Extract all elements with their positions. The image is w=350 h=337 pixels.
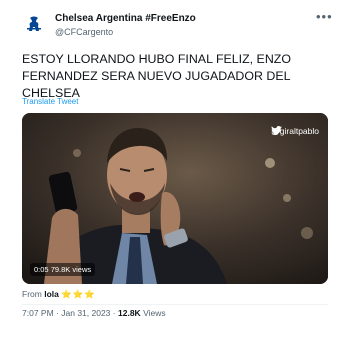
source-line: From lola ⭐⭐⭐ <box>22 289 96 300</box>
star-emojis: ⭐⭐⭐ <box>61 289 97 299</box>
divider <box>22 304 328 305</box>
video-info-badge: 0:05 79.8K views <box>30 263 96 276</box>
source-label: From <box>22 289 42 299</box>
video-views: 79.8K views <box>50 265 92 274</box>
account-handle[interactable]: @CFCargento <box>55 27 113 37</box>
tweet-time[interactable]: 7:07 PM <box>22 308 54 318</box>
avatar[interactable] <box>22 12 46 36</box>
video-frame <box>22 113 328 284</box>
tweet-date[interactable]: Jan 31, 2023 <box>61 308 110 318</box>
views-label: Views <box>143 308 166 318</box>
video-watermark: @giraltpablo <box>271 126 319 136</box>
tweet-text: ESTOY LLORANDO HUBO FINAL FELIZ, ENZO FE… <box>22 52 291 100</box>
chelsea-lion-crest-icon <box>27 16 41 31</box>
translate-tweet-link[interactable]: Translate Tweet <box>22 97 78 106</box>
views-count: 12.8K <box>118 308 141 318</box>
meta-separator: · <box>56 308 59 318</box>
more-options-icon[interactable]: ••• <box>316 10 333 23</box>
tweet-meta: 7:07 PM · Jan 31, 2023 · 12.8K Views <box>22 308 166 318</box>
source-name[interactable]: lola <box>44 289 59 299</box>
account-name[interactable]: Chelsea Argentina #FreeEnzo <box>55 13 196 24</box>
tweet-video[interactable]: @giraltpablo 0:05 79.8K views <box>22 113 328 284</box>
meta-separator: · <box>112 308 116 318</box>
video-time: 0:05 <box>34 265 49 274</box>
twitter-bird-icon <box>271 126 283 135</box>
